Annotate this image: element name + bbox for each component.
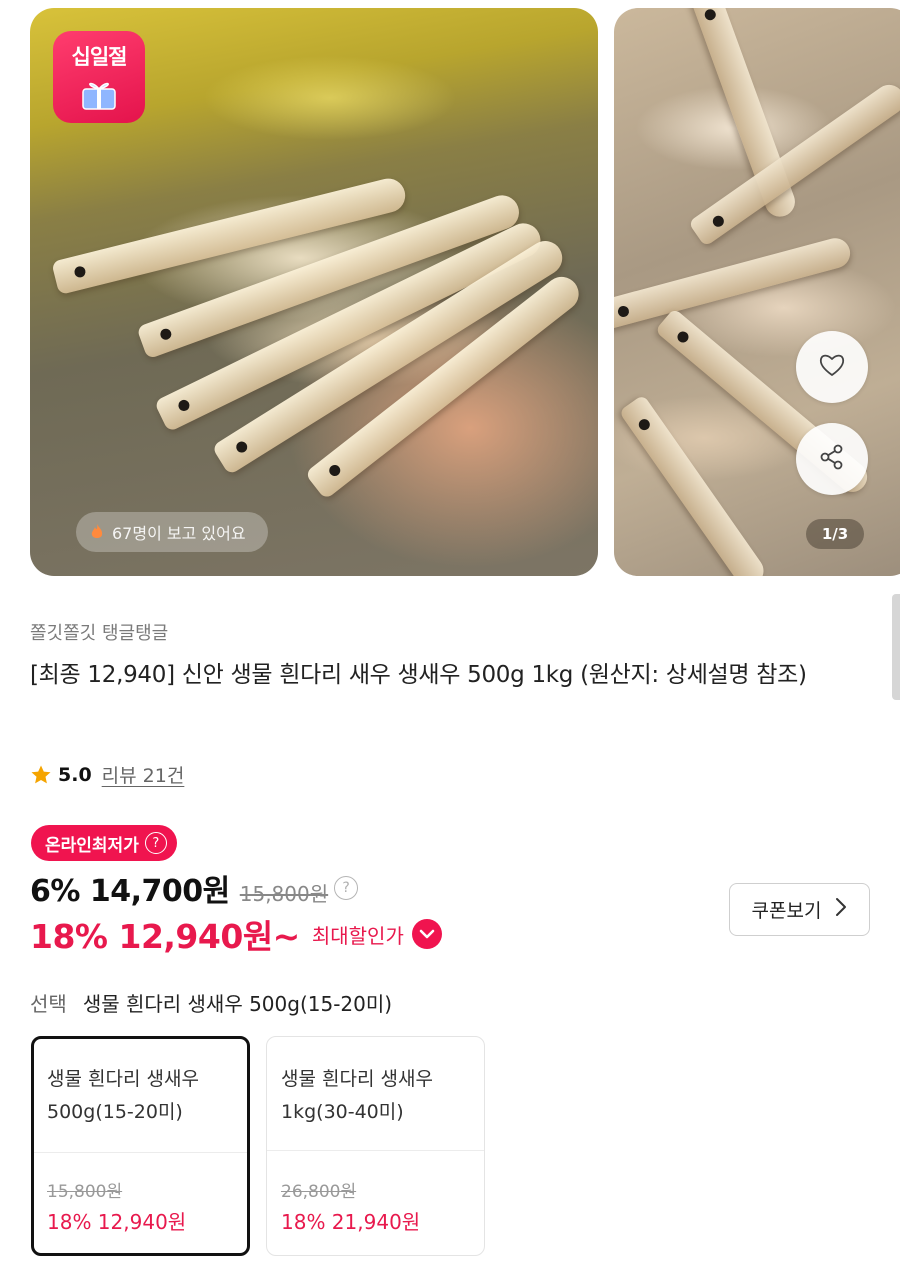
review-count-link[interactable]: 리뷰 21건 xyxy=(102,761,185,788)
brand-tagline: 쫄깃쫄깃 탱글탱글 xyxy=(30,623,169,644)
fire-icon xyxy=(88,523,106,541)
viewers-text: 67명이 보고 있어요 xyxy=(112,524,246,543)
wishlist-button[interactable] xyxy=(796,331,868,403)
rating-summary: 5.0 리뷰 21건 xyxy=(30,761,184,788)
select-label: 선택 xyxy=(30,992,67,1016)
coupon-button-label: 쿠폰보기 xyxy=(751,900,822,922)
chevron-down-icon[interactable] xyxy=(411,919,442,949)
option-price: 18% 21,940원 xyxy=(281,1210,421,1234)
scrollbar[interactable] xyxy=(892,594,900,700)
option-divider xyxy=(267,1150,484,1151)
rating-score: 5.0 xyxy=(58,763,92,786)
share-button[interactable] xyxy=(796,423,868,495)
coupon-button[interactable]: 쿠폰보기 xyxy=(729,883,870,936)
selected-option-summary: 선택 생물 흰다리 생새우 500g(15-20미) xyxy=(30,988,392,1017)
best-price: 18% 12,940원~ xyxy=(30,917,300,956)
option-card-500g[interactable]: 생물 흰다리 생새우 500g(15-20미) 15,800원 18% 12,9… xyxy=(31,1036,250,1256)
option-original-price: 26,800원 xyxy=(281,1182,357,1202)
price-row: 6% 14,700원 15,800원 ? xyxy=(30,866,359,910)
image-counter: 1/3 xyxy=(806,519,864,549)
option-name: 생물 흰다리 생새우 500g(15-20미) xyxy=(47,1068,199,1123)
event-sticker: 십일절 xyxy=(53,31,145,123)
help-icon[interactable]: ? xyxy=(144,832,167,854)
option-divider xyxy=(34,1152,247,1153)
option-price: 18% 12,940원 xyxy=(47,1210,187,1234)
original-price: 15,800원 xyxy=(239,882,329,906)
sticker-text: 십일절 xyxy=(71,45,128,69)
lowest-price-badge[interactable]: 온라인최저가 ? xyxy=(31,825,177,861)
image-gallery[interactable]: 십일절 67명이 보고 있어요 1/3 xyxy=(0,0,900,590)
lowest-price-label: 온라인최저가 xyxy=(45,835,139,856)
heart-icon xyxy=(818,352,846,382)
discount-price: 6% 14,700원 xyxy=(30,874,230,909)
gift-icon xyxy=(79,77,119,111)
select-value: 생물 흰다리 생새우 500g(15-20미) xyxy=(82,992,393,1016)
product-image-2[interactable] xyxy=(614,8,900,576)
viewers-badge: 67명이 보고 있어요 xyxy=(76,512,268,552)
option-name: 생물 흰다리 생새우 1kg(30-40미) xyxy=(281,1068,433,1123)
option-card-1kg[interactable]: 생물 흰다리 생새우 1kg(30-40미) 26,800원 18% 21,94… xyxy=(266,1036,485,1256)
product-title: [최종 12,940] 신안 생물 흰다리 새우 생새우 500g 1kg (원… xyxy=(30,662,807,688)
star-icon xyxy=(30,764,52,786)
chevron-right-icon xyxy=(835,897,847,922)
price-help-icon[interactable]: ? xyxy=(334,876,359,900)
best-price-row[interactable]: 18% 12,940원~ 최대할인가 xyxy=(30,910,442,958)
best-price-label: 최대할인가 xyxy=(311,923,404,948)
share-icon xyxy=(818,443,846,475)
option-original-price: 15,800원 xyxy=(47,1182,123,1202)
